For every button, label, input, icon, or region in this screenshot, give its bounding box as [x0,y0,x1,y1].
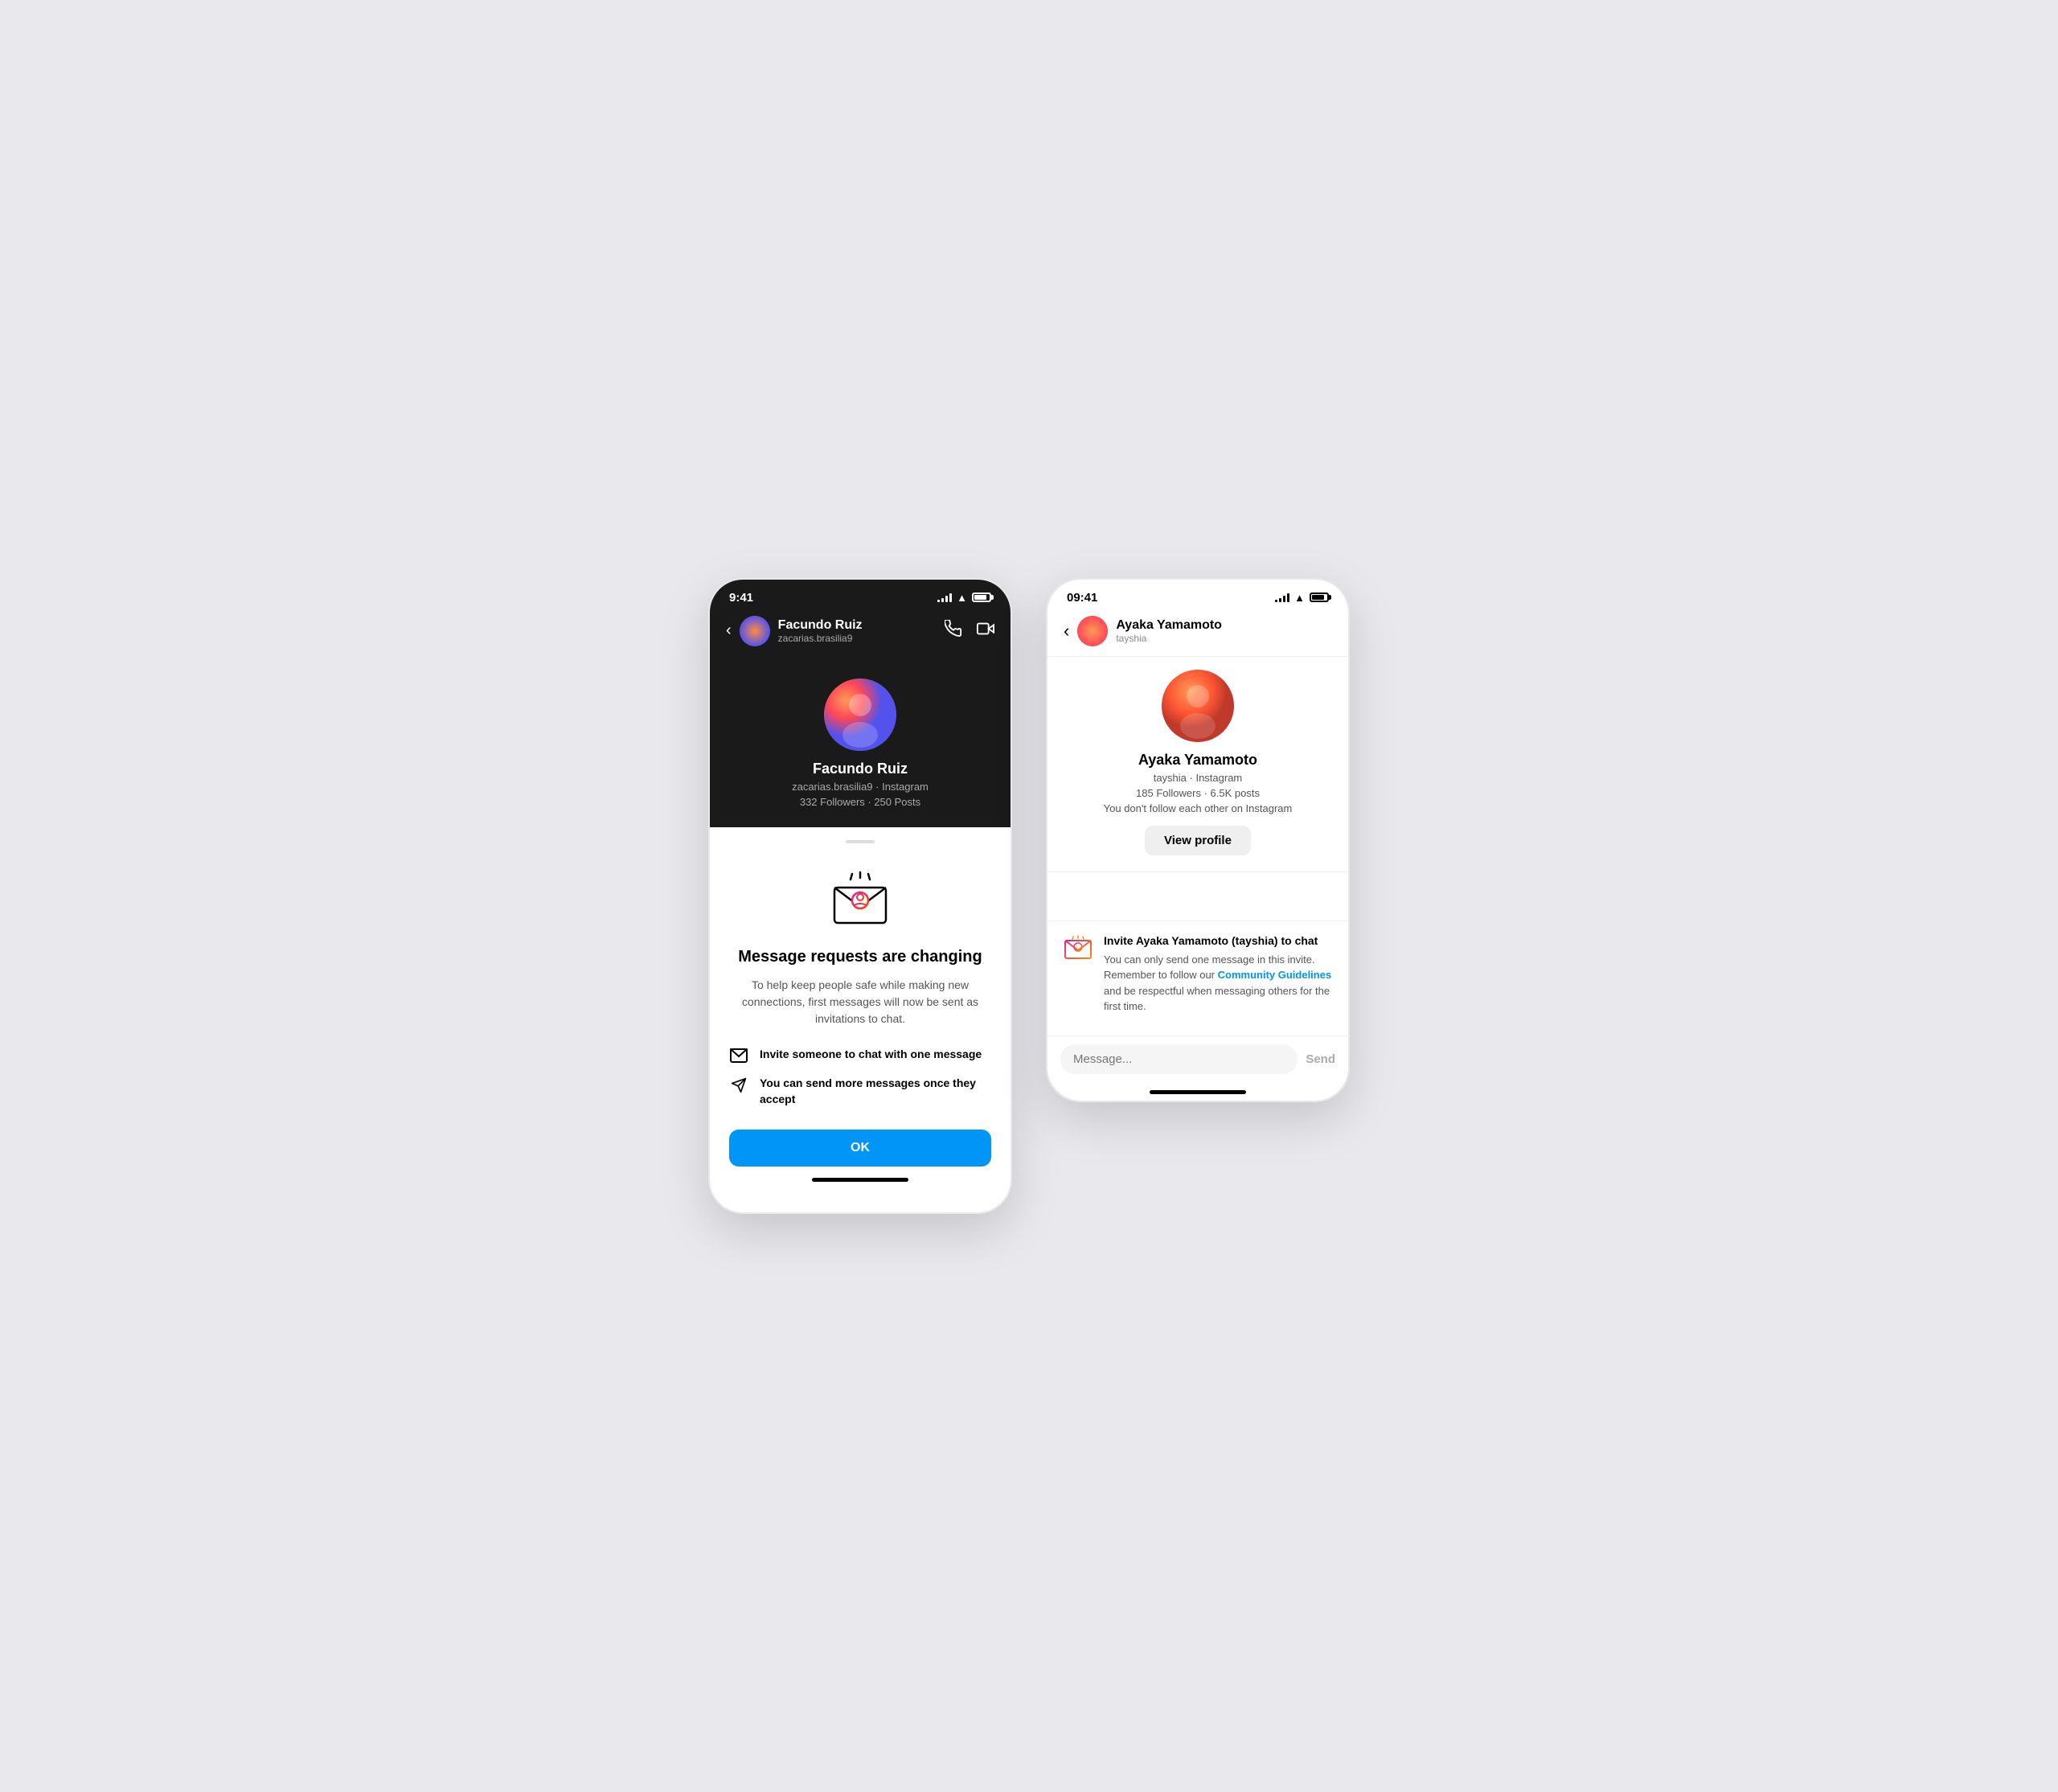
phone-right: 09:41 ▲ ‹ [1045,577,1351,1103]
signal-icon-left [937,593,952,602]
feature-text-2: You can send more messages once they acc… [760,1076,991,1107]
profile-avatar-large-right [1162,670,1234,742]
profile-section-dark: Facundo Ruiz zacarias.brasilia9 · Instag… [710,662,1011,827]
invite-section: Invite Ayaka Yamamoto (tayshia) to chat … [1047,921,1348,1035]
sheet-handle [846,840,875,843]
battery-icon-right [1310,593,1329,602]
status-bar-left: 9:41 ▲ [710,580,1011,609]
back-button-right[interactable]: ‹ [1064,621,1069,642]
profile-name-right: Ayaka Yamamoto [1138,752,1257,769]
header-actions-left [945,620,994,642]
header-info-right: Ayaka Yamamoto tayshia [1116,618,1222,644]
header-username-right: tayshia [1116,633,1222,644]
feature-item-1: Invite someone to chat with one message [729,1047,991,1063]
profile-name-large-left: Facundo Ruiz [813,761,908,777]
message-changing-desc: To help keep people safe while making ne… [729,977,991,1027]
home-indicator-left [812,1178,908,1182]
feature-list: Invite someone to chat with one message … [729,1047,991,1107]
chat-header-left: ‹ Facundo Ru [710,609,1011,662]
phones-container: 9:41 ▲ ‹ [707,577,1351,1215]
send-icon [729,1077,748,1093]
status-icons-left: ▲ [937,592,991,604]
header-info-left: Facundo Ruiz zacarias.brasilia9 [778,618,863,644]
wifi-icon-left: ▲ [957,592,967,604]
message-input-bar: Send [1047,1035,1348,1082]
message-illustration [828,866,892,930]
ok-button[interactable]: OK [729,1130,991,1167]
feature-item-2: You can send more messages once they acc… [729,1076,991,1107]
bottom-sheet: Message requests are changing To help ke… [710,827,1011,1212]
header-avatar-right [1077,616,1108,646]
chat-header-right: ‹ Ayaka Yama [1047,609,1348,657]
profile-meta-right: tayshia · Instagram [1154,772,1243,784]
profile-avatar-large-left [824,679,896,751]
status-icons-right: ▲ [1275,592,1329,604]
invite-text-block: Invite Ayaka Yamamoto (tayshia) to chat … [1104,934,1332,1015]
profile-stats-right: 185 Followers · 6.5K posts [1136,787,1260,799]
phone-call-icon[interactable] [945,620,962,642]
chat-area-spacer [1047,872,1348,921]
chat-header-right-section: ‹ Ayaka Yama [1064,616,1222,646]
invite-envelope-icon [1064,934,1093,963]
signal-icon-right [1275,593,1289,602]
invite-header: Invite Ayaka Yamamoto (tayshia) to chat … [1064,934,1332,1015]
time-right: 09:41 [1067,591,1097,605]
profile-meta-left: zacarias.brasilia9 · Instagram [792,781,929,793]
header-name-right: Ayaka Yamamoto [1116,618,1222,633]
community-guidelines-link[interactable]: Community Guidelines [1218,969,1332,981]
profile-stats-left: 332 Followers · 250 Posts [800,796,920,808]
profile-section-right: Ayaka Yamamoto tayshia · Instagram 185 F… [1047,657,1348,872]
message-input[interactable] [1060,1044,1298,1074]
feature-text-1: Invite someone to chat with one message [760,1047,982,1063]
message-changing-title: Message requests are changing [738,946,982,967]
invite-desc-end: and be respectful when messaging others … [1104,985,1330,1013]
home-indicator-right [1150,1090,1246,1094]
video-call-icon[interactable] [977,620,994,642]
invite-description: You can only send one message in this in… [1104,952,1332,1015]
time-left: 9:41 [729,591,753,605]
battery-icon-left [972,593,991,602]
envelope-icon [729,1048,748,1063]
status-bar-right: 09:41 ▲ [1047,580,1348,609]
header-avatar-left [740,616,770,646]
chat-header-left-section: ‹ Facundo Ru [726,616,863,646]
back-button-left[interactable]: ‹ [726,621,732,640]
wifi-icon-right: ▲ [1294,592,1305,604]
view-profile-button[interactable]: View profile [1145,826,1251,855]
send-button[interactable]: Send [1306,1052,1335,1066]
profile-follow-info: You don't follow each other on Instagram [1104,802,1293,814]
invite-title: Invite Ayaka Yamamoto (tayshia) to chat [1104,934,1332,947]
header-username-left: zacarias.brasilia9 [778,633,863,644]
phone-left: 9:41 ▲ ‹ [707,577,1013,1215]
header-name-left: Facundo Ruiz [778,618,863,633]
